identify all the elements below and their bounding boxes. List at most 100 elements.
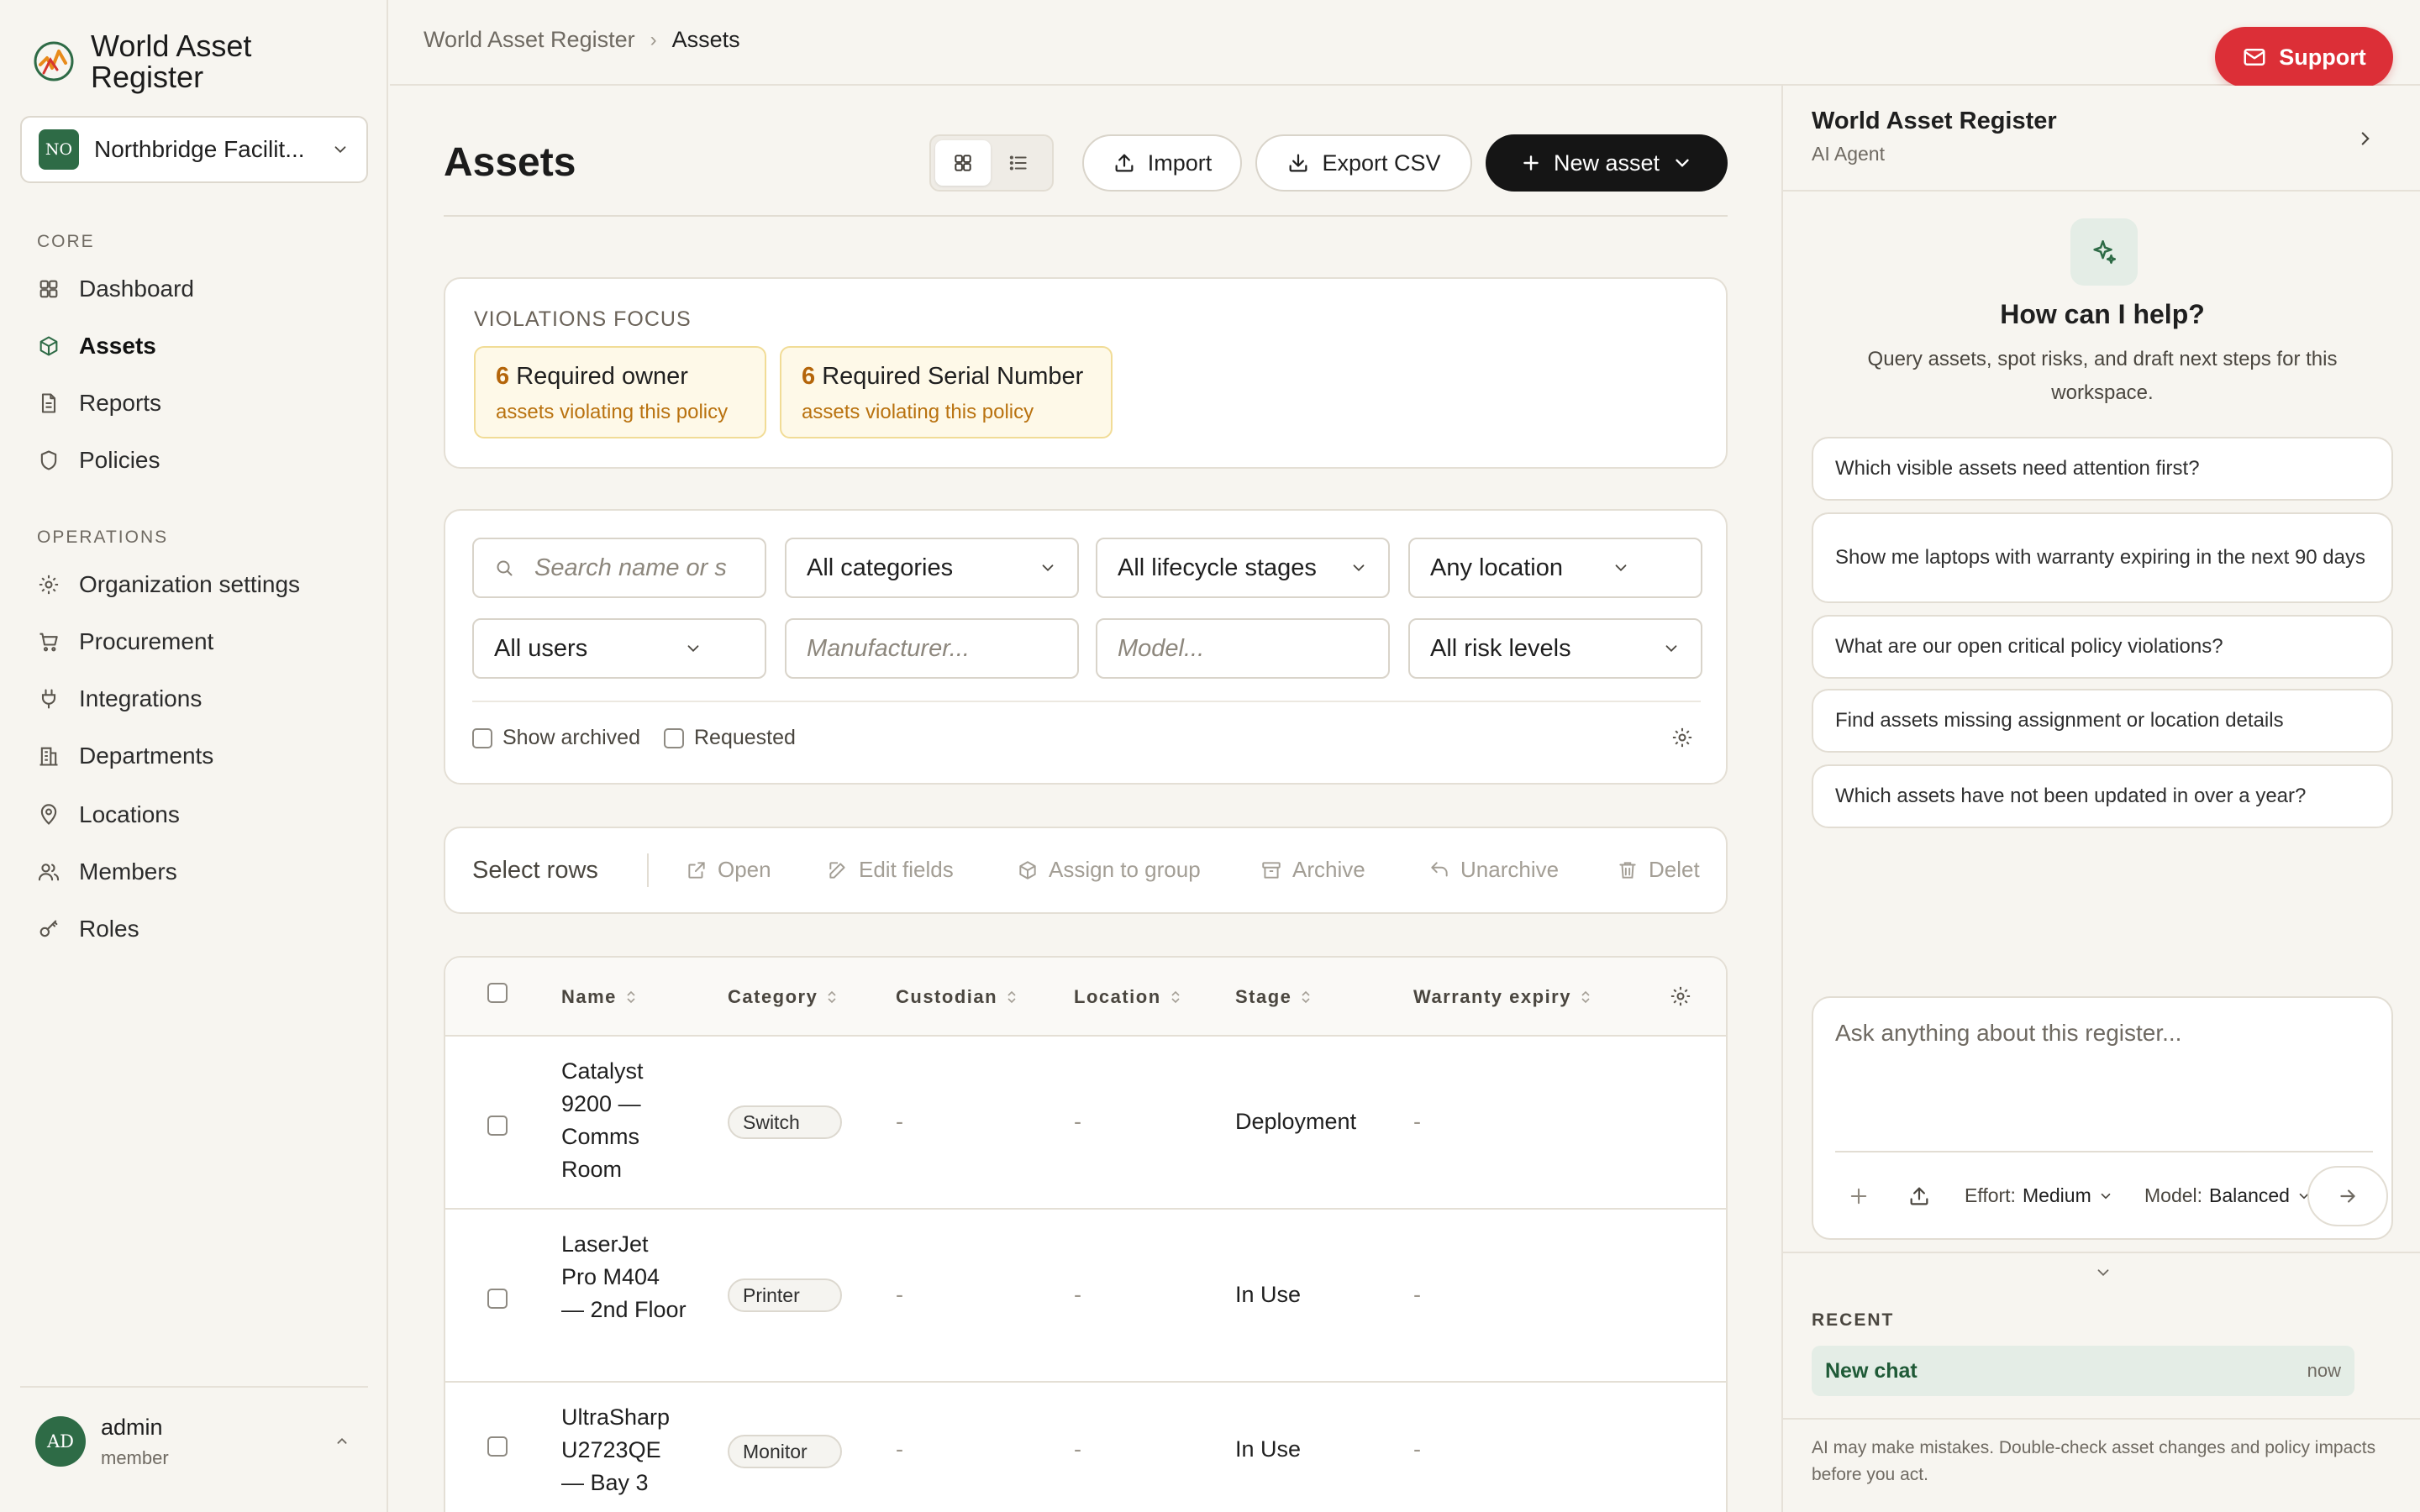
requested-label: Requested [694,726,796,749]
suggestion-item[interactable]: Find assets missing assignment or locati… [1812,689,2393,753]
column-label: Location [1074,986,1161,1007]
asset-name[interactable]: Catalyst 9200 — Comms Room [561,1055,687,1186]
org-switcher[interactable]: NO Northbridge Facilit... [20,116,368,183]
archive-action[interactable]: Archive [1260,857,1365,883]
select-rows-label: Select rows [472,857,598,884]
download-icon [1290,154,1307,172]
suggestion-item[interactable]: Show me laptops with warranty expiring i… [1812,512,2393,603]
checkbox-box[interactable] [664,727,684,748]
sidebar-item-roles[interactable]: Roles [37,912,139,946]
stage-value: In Use [1235,1436,1302,1462]
sidebar-item-dashboard[interactable]: Dashboard [37,272,194,306]
delete-action[interactable]: Delet [1617,857,1700,883]
sidebar-item-organization-settings[interactable]: Organization settings [37,568,300,601]
column-header-warranty[interactable]: Warranty expiry [1413,986,1591,1008]
gear-icon [39,575,59,595]
warranty-value: - [1413,1109,1421,1134]
asset-name[interactable]: LaserJet Pro M404 — 2nd Floor [561,1228,687,1326]
table-row[interactable]: UltraSharp U2723QE — Bay 3 Monitor - - I… [445,1383,1726,1512]
manufacturer-text[interactable] [807,634,1057,663]
cart-icon [39,633,58,652]
table-row[interactable]: LaserJet Pro M404 — 2nd Floor Printer - … [445,1210,1726,1383]
effort-select[interactable]: Effort: Medium [1965,1184,2113,1207]
bulk-actions-bar: Select rows Open Edit fields Assign to g… [444,827,1728,914]
suggestion-item[interactable]: What are our open critical policy violat… [1812,615,2393,679]
archive-label: Archive [1292,857,1365,882]
ai-panel-title: World Asset Register [1812,108,2057,134]
select-all-checkbox[interactable] [487,983,508,1003]
sidebar-item-procurement[interactable]: Procurement [37,625,213,659]
column-header-category[interactable]: Category [728,986,838,1008]
open-action[interactable]: Open [686,857,771,883]
show-archived-checkbox[interactable]: Show archived [472,726,640,750]
recent-chat-item[interactable]: New chat now [1812,1346,2354,1396]
row-checkbox[interactable] [487,1436,508,1457]
ai-prompt-input[interactable] [1835,1020,2373,1121]
requested-checkbox[interactable]: Requested [664,726,796,750]
asset-name[interactable]: UltraSharp U2723QE — Bay 3 [561,1401,687,1499]
column-header-custodian[interactable]: Custodian [896,986,1018,1008]
category-select[interactable]: All categories [785,538,1079,598]
table-row[interactable]: Catalyst 9200 — Comms Room Switch - - De… [445,1037,1726,1210]
column-header-location[interactable]: Location [1074,986,1181,1008]
column-header-stage[interactable]: Stage [1235,986,1312,1008]
user-menu[interactable]: AD admin member [20,1386,368,1495]
model-select[interactable]: Model: Balanced [2144,1184,2312,1207]
assign-group-action[interactable]: Assign to group [1017,857,1201,883]
users-select[interactable]: All users [472,618,766,679]
export-csv-button[interactable]: Export CSV [1255,134,1472,192]
checkbox-box[interactable] [472,727,492,748]
sidebar-item-assets[interactable]: Assets [37,329,156,363]
sidebar-item-reports[interactable]: Reports [37,386,161,420]
topbar: World Asset Register › Assets Support [390,0,2420,87]
search-text[interactable] [534,554,744,582]
column-settings-gear-icon[interactable] [1669,984,1692,1008]
upload-icon[interactable] [1907,1184,1931,1208]
sidebar-item-integrations[interactable]: Integrations [37,682,202,716]
location-select[interactable]: Any location [1408,538,1702,598]
edit-fields-action[interactable]: Edit fields [827,857,954,883]
sidebar-item-label: Assets [79,333,156,359]
support-button[interactable]: Support [2215,27,2393,87]
risk-select[interactable]: All risk levels [1408,618,1702,679]
lifecycle-select[interactable]: All lifecycle stages [1096,538,1390,598]
column-header-name[interactable]: Name [561,986,637,1008]
view-toggle [929,134,1054,192]
row-checkbox[interactable] [487,1116,508,1136]
violations-title: VIOLATIONS FOCUS [474,307,692,331]
violation-chip-serial[interactable]: 6 Required Serial Number assets violatin… [780,346,1113,438]
sidebar-item-policies[interactable]: Policies [37,444,160,477]
violation-chip-owner[interactable]: 6 Required owner assets violating this p… [474,346,766,438]
plus-icon[interactable] [1847,1184,1870,1208]
brand[interactable]: World Asset Register [32,30,251,92]
manufacturer-input[interactable] [785,618,1079,679]
unarchive-label: Unarchive [1460,857,1560,882]
import-button[interactable]: Import [1082,134,1242,192]
list-view-button[interactable] [991,140,1046,186]
support-label: Support [2279,44,2366,70]
sidebar-item-members[interactable]: Members [37,855,177,889]
custodian-value: - [896,1282,903,1307]
sidebar-item-departments[interactable]: Departments [37,739,213,773]
trash-icon [1619,861,1636,879]
model-input[interactable] [1096,618,1390,679]
breadcrumb-root[interactable]: World Asset Register [424,27,635,53]
chevron-down-icon[interactable] [2094,1263,2112,1282]
model-text[interactable] [1118,634,1368,663]
filter-settings-gear-icon[interactable] [1670,726,1694,749]
row-checkbox[interactable] [487,1289,508,1309]
unarchive-action[interactable]: Unarchive [1428,857,1559,883]
location-value: - [1074,1436,1081,1462]
edit-icon [829,861,845,879]
grid-view-button[interactable] [935,140,991,186]
chevron-right-icon[interactable] [2354,128,2376,150]
suggestion-item[interactable]: Which visible assets need attention firs… [1812,437,2393,501]
send-button[interactable] [2307,1166,2388,1226]
sidebar-item-locations[interactable]: Locations [37,798,180,832]
ai-agent-panel: World Asset Register AI Agent How can I … [1781,86,2420,1512]
suggestion-item[interactable]: Which assets have not been updated in ov… [1812,764,2393,828]
custodian-value: - [896,1109,903,1134]
new-asset-button[interactable]: New asset [1486,134,1728,192]
filters-card: All categories All lifecycle stages Any … [444,509,1728,785]
search-input[interactable] [472,538,766,598]
